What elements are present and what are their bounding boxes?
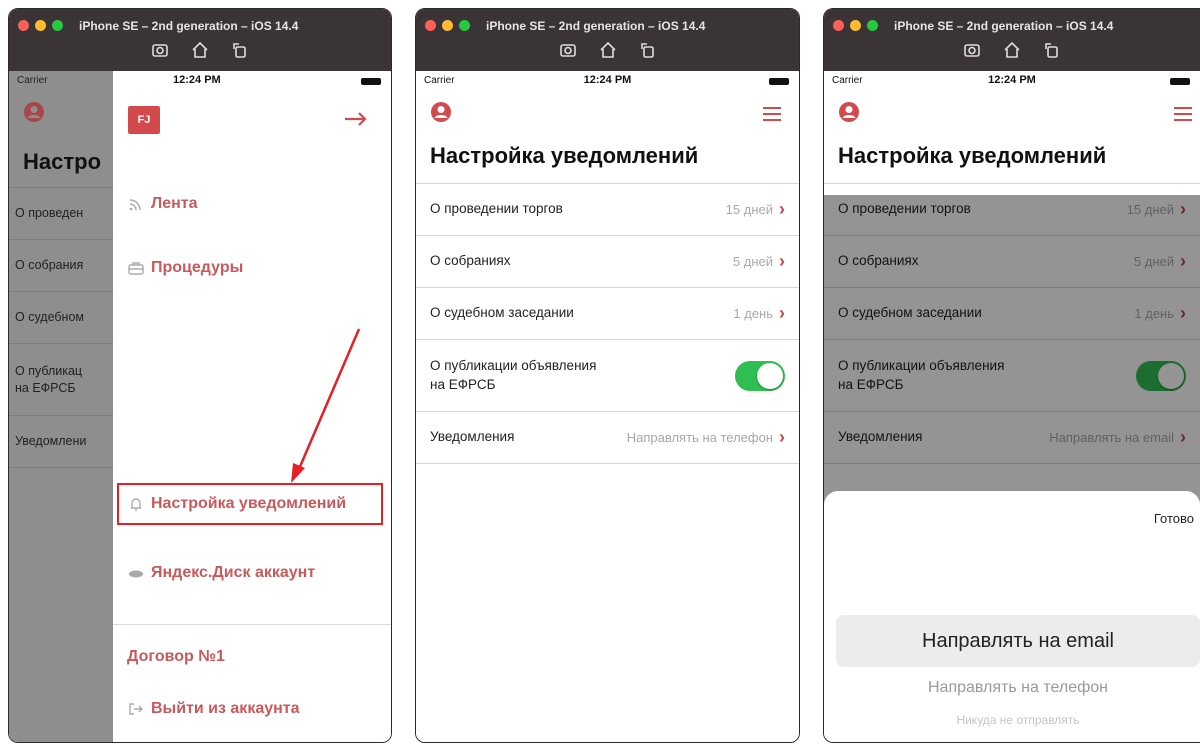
list-item: О проведен [9,188,113,240]
rotate-icon[interactable] [230,40,250,60]
settings-row-court[interactable]: О судебном заседании 1 день › [416,288,799,340]
picker-option[interactable]: Никуда не отправлять [836,713,1200,727]
close-window-button[interactable] [18,20,29,31]
disk-icon [129,570,143,578]
settings-row-auctions[interactable]: О проведении торгов 15 дней › [416,184,799,236]
phone-screen: Carrier 12:24 PM Настройка уведомлений О… [416,71,799,742]
home-icon[interactable] [598,40,618,60]
rotate-icon[interactable] [638,40,658,60]
settings-row-meetings[interactable]: О собраниях 5 дней › [416,236,799,288]
simulator-window-3: iPhone SE – 2nd generation – iOS 14.4 Ca… [823,8,1200,743]
hamburger-menu-icon[interactable] [1172,105,1194,123]
user-icon [24,102,44,122]
traffic-lights [425,20,470,31]
menu-item-label: Лента [151,195,198,212]
simulator-titlebar: iPhone SE – 2nd generation – iOS 14.4 [824,9,1200,71]
close-menu-arrow-icon[interactable] [343,109,369,129]
simulator-title: iPhone SE – 2nd generation – iOS 14.4 [486,19,706,33]
phone-screen: Carrier Настро О проведен О собрания О с… [9,71,391,742]
page-title: Настройка уведомлений [430,143,699,168]
status-time: 12:24 PM [173,74,221,86]
traffic-lights [18,20,63,31]
simulator-title: iPhone SE – 2nd generation – iOS 14.4 [894,19,1114,33]
logout-button[interactable]: Выйти из аккаунта [127,700,300,718]
battery-icon [1170,78,1190,85]
highlight-box [117,483,383,525]
settings-row-efrsb: О публикации объявления на ЕФРСБ [416,340,799,412]
zoom-window-button[interactable] [459,20,470,31]
side-menu-drawer: 12:24 PM FJ Лента Процедуры Настройка ув… [113,71,391,742]
list-item: Уведомлени [9,416,113,468]
picker-option-selected[interactable]: Направлять на email [836,615,1200,667]
screenshot-icon[interactable] [962,40,982,60]
chevron-right-icon: › [779,251,785,271]
simulator-window-1: iPhone SE – 2nd generation – iOS 14.4 Ca… [8,8,392,743]
battery-icon [361,78,381,85]
done-button[interactable]: Готово [1154,511,1194,526]
zoom-window-button[interactable] [867,20,878,31]
screenshot-icon[interactable] [150,40,170,60]
page-title: Настройка уведомлений [838,143,1107,168]
minimize-window-button[interactable] [850,20,861,31]
logout-icon [129,703,143,715]
list-item: О судебном [9,292,113,344]
menu-item-label: Процедуры [151,259,244,276]
minimize-window-button[interactable] [35,20,46,31]
close-window-button[interactable] [833,20,844,31]
chevron-right-icon: › [779,199,785,219]
menu-divider [113,624,391,625]
app-logo: FJ [128,106,160,134]
efrsb-toggle[interactable] [735,360,785,391]
simulator-window-2: iPhone SE – 2nd generation – iOS 14.4 Ca… [415,8,800,743]
briefcase-icon [128,262,144,275]
status-time: 12:24 PM [988,74,1036,86]
battery-icon [769,78,789,85]
traffic-lights [833,20,878,31]
chevron-right-icon: › [779,427,785,447]
close-window-button[interactable] [425,20,436,31]
screenshot-icon[interactable] [558,40,578,60]
user-icon[interactable] [838,101,860,123]
picker-option[interactable]: Направлять на телефон [836,679,1200,697]
dimmed-background-screen[interactable]: Carrier Настро О проведен О собрания О с… [9,71,113,742]
menu-item-yandex-disk[interactable]: Яндекс.Диск аккаунт [127,564,315,582]
simulator-title: iPhone SE – 2nd generation – iOS 14.4 [79,19,299,33]
phone-screen: Carrier 12:24 PM Настройка уведомлений О… [824,71,1200,742]
user-icon[interactable] [430,101,452,123]
chevron-right-icon: › [779,303,785,323]
rss-icon [129,199,141,211]
contract-link[interactable]: Договор №1 [127,648,225,666]
simulator-titlebar: iPhone SE – 2nd generation – iOS 14.4 [416,9,799,71]
settings-list: О проведении торгов 15 дней › О собрания… [416,183,799,464]
settings-row-notifications[interactable]: Уведомления Направлять на телефон › [416,412,799,464]
picker-sheet: Готово Направлять на email Направлять на… [824,491,1200,742]
menu-item-feed[interactable]: Лента [127,195,198,213]
menu-item-procedures[interactable]: Процедуры [127,259,243,277]
simulator-titlebar: iPhone SE – 2nd generation – iOS 14.4 [9,9,391,71]
rotate-icon[interactable] [1042,40,1062,60]
home-icon[interactable] [1002,40,1022,60]
list-item: О публикац на ЕФРСБ [9,344,113,416]
hamburger-menu-icon[interactable] [761,105,783,123]
minimize-window-button[interactable] [442,20,453,31]
carrier-label: Carrier [17,75,48,86]
list-item: О собрания [9,240,113,292]
status-time: 12:24 PM [583,74,632,86]
menu-item-label: Яндекс.Диск аккаунт [151,564,316,581]
home-icon[interactable] [190,40,210,60]
page-title: Настро [23,149,102,174]
zoom-window-button[interactable] [52,20,63,31]
